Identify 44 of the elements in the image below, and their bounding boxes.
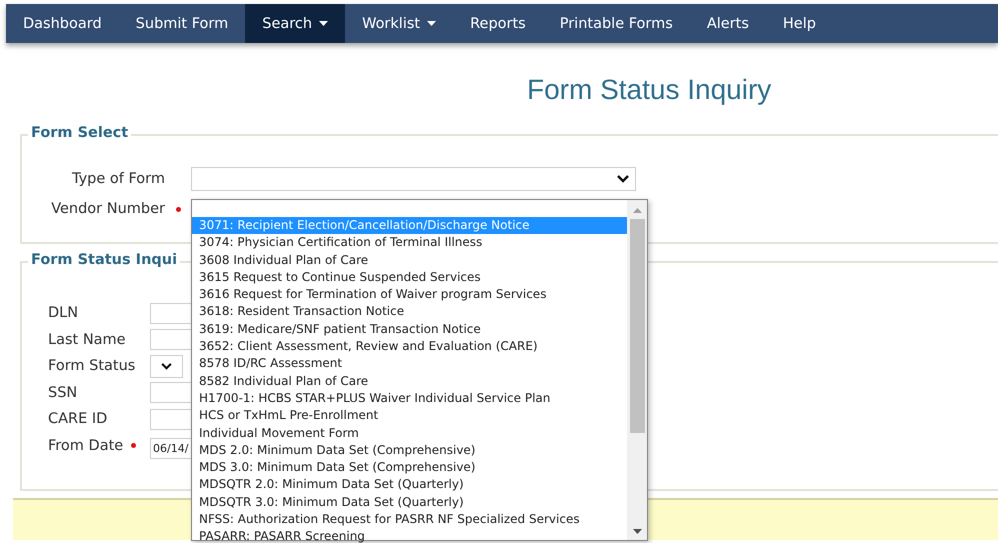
- nav-item[interactable]: Help: [766, 4, 833, 43]
- nav-item[interactable]: Alerts: [690, 4, 766, 43]
- nav-item[interactable]: Worklist: [345, 4, 454, 43]
- dropdown-option[interactable]: 3619: Medicare/SNF patient Transaction Notice: [192, 320, 627, 338]
- nav-item[interactable]: Reports: [453, 4, 543, 43]
- field-label: Type of Form: [70, 171, 165, 187]
- dropdown-option[interactable]: 3074: Physician Certification of Terminal Illness: [192, 234, 627, 252]
- chevron-icon: [617, 175, 629, 183]
- dropdown-option[interactable]: HCS or TxHmL Pre-Enrollment: [192, 407, 627, 425]
- dropdown-option[interactable]: PASARR: PASARR Screening: [192, 528, 627, 543]
- dropdown-option[interactable]: 8582 Individual Plan of Care: [192, 372, 627, 390]
- dropdown-option[interactable]: MDSQTR 2.0: Minimum Data Set (Quarterly): [192, 476, 627, 494]
- field-label: Last Name: [48, 332, 126, 348]
- nav-item[interactable]: Printable Forms: [542, 4, 690, 43]
- scroll-down-icon: [632, 529, 642, 534]
- field-label: DLN: [48, 305, 78, 322]
- dropdown-option[interactable]: NFSS: Authorization Request for PASRR NF Specialized Services: [192, 511, 627, 528]
- caret-icon: [319, 21, 328, 26]
- dropdown-option[interactable]: 8578 ID/RC Assessment: [192, 355, 627, 373]
- chevron-icon: [161, 362, 172, 370]
- scrollbar[interactable]: [627, 200, 647, 540]
- section-legend: Form Status Inqui: [28, 252, 180, 268]
- field-label: Vendor Number: [50, 201, 165, 217]
- status-select[interactable]: [150, 354, 183, 378]
- field-label: SSN: [48, 384, 78, 401]
- dropdown-option[interactable]: 3618: Resident Transaction Notice: [192, 303, 627, 321]
- caret-icon: [427, 21, 436, 26]
- nav-item[interactable]: Submit Form: [118, 4, 246, 43]
- nav-item[interactable]: Dashboard: [6, 4, 119, 43]
- required-dot: [176, 206, 180, 212]
- page-title: Form Status Inquiry: [527, 74, 772, 107]
- dropdown-option[interactable]: 3615 Request to Continue Suspended Services: [192, 268, 627, 286]
- required-dot: [131, 443, 136, 448]
- field-label: Form Status: [48, 358, 136, 374]
- nav-item[interactable]: Search: [245, 4, 346, 43]
- dropdown-option[interactable]: H1700-1: HCBS STAR+PLUS Waiver Individual Service Plan: [192, 390, 627, 408]
- dropdown-option[interactable]: 3608 Individual Plan of Care: [192, 252, 627, 269]
- field-label: From Date: [48, 438, 124, 454]
- dropdown-option[interactable]: 3652: Client Assessment, Review and Evaluation (CARE): [192, 338, 627, 356]
- field-label: CARE ID: [48, 411, 108, 428]
- scroll-up-icon: [632, 208, 642, 213]
- dropdown-option[interactable]: 3616 Request for Termination of Waiver program Services: [192, 286, 627, 304]
- dropdown-option[interactable]: MDSQTR 3.0: Minimum Data Set (Quarterly): [192, 494, 627, 512]
- dropdown-option[interactable]: MDS 3.0: Minimum Data Set (Comprehensive): [192, 459, 627, 476]
